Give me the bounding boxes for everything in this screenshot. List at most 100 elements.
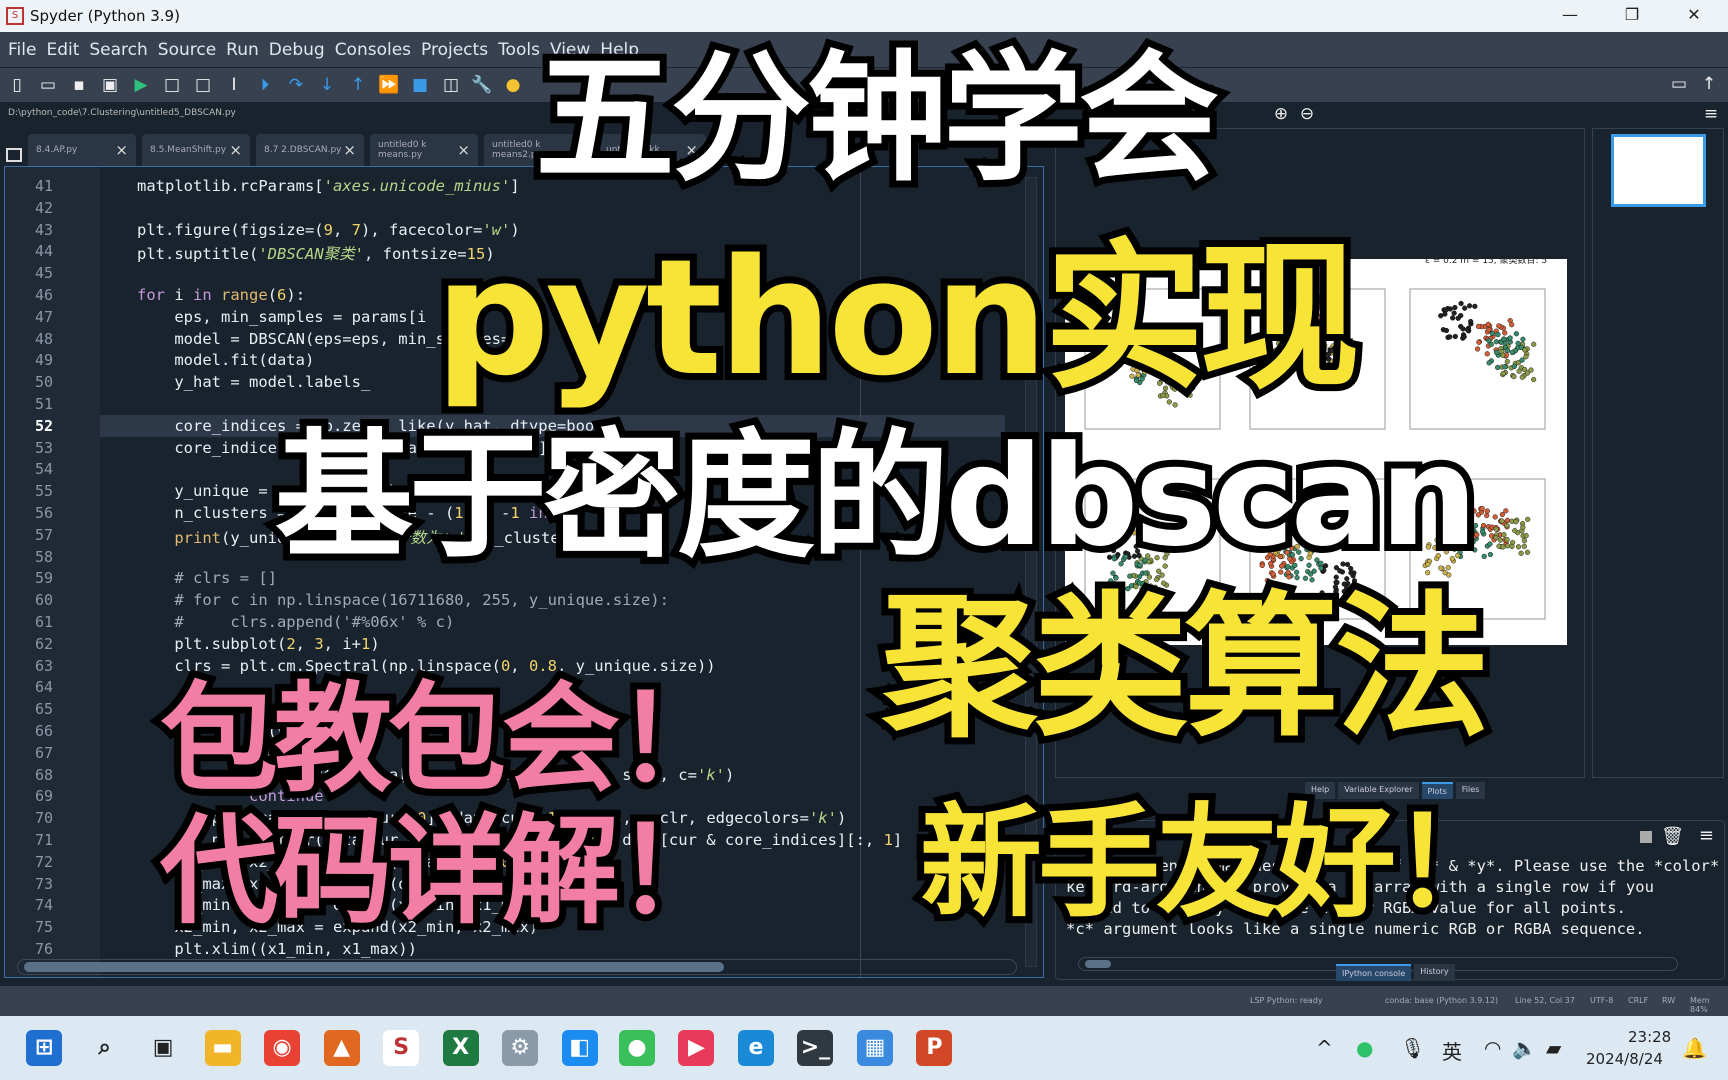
menu-tools[interactable]: Tools bbox=[498, 40, 540, 60]
new-file-icon[interactable]: ▯ bbox=[6, 75, 28, 95]
taskbar-spyder-icon[interactable]: S bbox=[383, 1030, 420, 1066]
battery-icon[interactable]: ▰ bbox=[1546, 1036, 1561, 1060]
notification-bell-icon[interactable]: 🔔 bbox=[1682, 1036, 1707, 1060]
trash-icon[interactable]: 🗑 bbox=[1661, 826, 1684, 847]
scatter-point bbox=[1509, 543, 1515, 550]
scatter-point bbox=[1513, 519, 1519, 525]
taskbar-powerpoint-icon[interactable]: P bbox=[916, 1030, 953, 1066]
line-number: 65 bbox=[35, 700, 54, 719]
menu-debug[interactable]: Debug bbox=[269, 40, 325, 60]
taskbar-start-icon[interactable]: ⊞ bbox=[26, 1030, 63, 1066]
taskbar-file-explorer-icon[interactable]: ▬ bbox=[204, 1030, 241, 1066]
options-menu-icon[interactable]: ≡ bbox=[1700, 104, 1722, 124]
close-tab-icon[interactable]: × bbox=[229, 141, 242, 159]
zoom-out-icon[interactable]: ⊖ bbox=[1296, 104, 1318, 124]
clock-time[interactable]: 23:28 bbox=[1628, 1028, 1671, 1046]
editor-tab[interactable]: untitled0 k means.py × bbox=[370, 134, 478, 166]
menu-projects[interactable]: Projects bbox=[421, 40, 488, 60]
taskbar-search-icon[interactable]: ⌕ bbox=[87, 1030, 123, 1066]
tray-chevron[interactable]: ^ bbox=[1316, 1036, 1333, 1060]
editor-tab[interactable]: 8.7 2.DBSCAN.py × bbox=[256, 134, 364, 166]
microphone-icon[interactable]: 🎙 bbox=[1400, 1036, 1425, 1060]
scatter-point bbox=[1509, 349, 1515, 356]
scatter-point bbox=[1531, 376, 1537, 383]
console-tab-history[interactable]: History bbox=[1414, 964, 1455, 981]
plot-thumbnail[interactable] bbox=[1611, 134, 1706, 207]
clock-date[interactable]: 2024/8/24 bbox=[1586, 1050, 1663, 1068]
close-tab-icon[interactable]: × bbox=[115, 141, 128, 159]
editor-tab[interactable]: 8.4.AP.py × bbox=[28, 134, 136, 166]
taskbar-paint-icon[interactable]: ▦ bbox=[856, 1030, 893, 1066]
run-cell-icon[interactable]: □ bbox=[161, 75, 183, 95]
close-tab-icon[interactable]: × bbox=[343, 141, 356, 159]
maximize-pane-icon[interactable]: ◫ bbox=[440, 75, 462, 95]
taskbar-app-icon[interactable]: ◧ bbox=[561, 1030, 598, 1066]
zoom-in-icon[interactable]: ⊕ bbox=[1270, 104, 1292, 124]
line-number: 56 bbox=[35, 504, 54, 522]
run-icon[interactable]: ▶ bbox=[130, 75, 152, 95]
taskbar-terminal-icon[interactable]: >_ bbox=[797, 1030, 834, 1066]
menu-run[interactable]: Run bbox=[226, 40, 259, 60]
code-line: plt.subplot(2, 3, i+1) bbox=[137, 634, 380, 653]
code-line: for i in range(6): bbox=[137, 286, 306, 304]
menu-edit[interactable]: Edit bbox=[46, 40, 79, 60]
menu-file[interactable]: File bbox=[8, 40, 36, 60]
code-line: matplotlib.rcParams['axes.unicode_minus'… bbox=[137, 177, 520, 195]
run-cell-advance-icon[interactable]: □ bbox=[192, 75, 214, 95]
wifi-icon[interactable]: ◠ bbox=[1484, 1036, 1501, 1060]
debug-icon[interactable]: ⏵ bbox=[254, 75, 276, 95]
preferences-wrench-icon[interactable]: 🔧 bbox=[471, 75, 493, 95]
overlay-title-5: 包教包会！ bbox=[153, 670, 741, 808]
taskbar-settings-icon[interactable]: ⚙ bbox=[502, 1030, 539, 1066]
scatter-point bbox=[1493, 339, 1499, 345]
scatter-point bbox=[1516, 368, 1522, 374]
horizontal-scrollbar[interactable] bbox=[17, 959, 1017, 975]
overlay-title-1: 五分钟学会 bbox=[528, 38, 1226, 201]
taskbar-excel-icon[interactable]: X bbox=[442, 1030, 479, 1066]
taskbar-wechat-icon[interactable]: ● bbox=[618, 1030, 655, 1066]
menu-source[interactable]: Source bbox=[158, 40, 216, 60]
step-out-icon[interactable]: ↑ bbox=[347, 75, 369, 95]
line-number: 55 bbox=[35, 482, 54, 501]
browse-folder-icon[interactable]: ▭ bbox=[1668, 74, 1690, 94]
editor-tab[interactable]: 8.5.MeanShift.py × bbox=[142, 134, 250, 166]
step-into-icon[interactable]: ↓ bbox=[316, 75, 338, 95]
close-button[interactable]: ✕ bbox=[1666, 0, 1722, 32]
restore-button[interactable]: ❐ bbox=[1604, 0, 1660, 32]
menu-consoles[interactable]: Consoles bbox=[335, 40, 411, 60]
scatter-point bbox=[1531, 341, 1537, 347]
volume-icon[interactable]: 🔈 bbox=[1512, 1036, 1537, 1060]
wechat-tray-icon[interactable]: ● bbox=[1356, 1036, 1373, 1060]
browse-tabs-icon[interactable] bbox=[6, 148, 22, 162]
close-tab-icon[interactable]: × bbox=[457, 141, 470, 159]
line-number: 50 bbox=[35, 373, 54, 392]
scatter-point bbox=[1507, 335, 1513, 341]
taskbar-edge-icon[interactable]: e bbox=[737, 1030, 774, 1066]
stop-icon[interactable]: ■ bbox=[409, 75, 431, 95]
python-path-icon[interactable]: ● bbox=[502, 75, 524, 95]
menu-search[interactable]: Search bbox=[89, 40, 147, 60]
status-bar: LSP Python: ready conda: base (Python 3.… bbox=[0, 986, 1728, 1016]
overlay-title-2: python实现 bbox=[428, 224, 1367, 411]
options-menu-icon[interactable]: ≡ bbox=[1699, 825, 1714, 846]
spyder-logo-icon: S bbox=[6, 7, 24, 25]
step-over-icon[interactable]: ↷ bbox=[285, 75, 307, 95]
parent-dir-icon[interactable]: ↑ bbox=[1698, 74, 1720, 94]
save-icon[interactable]: ▪ bbox=[68, 75, 90, 95]
line-number: 64 bbox=[35, 678, 54, 697]
minimize-button[interactable]: — bbox=[1542, 0, 1598, 32]
open-folder-icon[interactable]: ▭ bbox=[37, 75, 59, 95]
taskbar-matlab-icon[interactable]: ▲ bbox=[323, 1030, 360, 1066]
ime-indicator[interactable]: 英 bbox=[1442, 1036, 1462, 1065]
taskbar-chrome-icon[interactable]: ◉ bbox=[264, 1030, 301, 1066]
save-all-icon[interactable]: ▣ bbox=[99, 75, 121, 95]
taskbar-task-view-icon[interactable]: ▣ bbox=[145, 1030, 181, 1066]
run-selection-icon[interactable]: I bbox=[223, 75, 245, 95]
stop-kernel-icon[interactable] bbox=[1640, 831, 1652, 843]
console-tab-ipython-console[interactable]: IPython console bbox=[1336, 964, 1412, 981]
line-number: 66 bbox=[35, 722, 54, 740]
scatter-point bbox=[1503, 508, 1509, 514]
taskbar-app2-icon[interactable]: ▶ bbox=[678, 1030, 715, 1066]
scrollbar-thumb[interactable] bbox=[24, 962, 724, 972]
continue-icon[interactable]: ⏩ bbox=[378, 75, 400, 95]
